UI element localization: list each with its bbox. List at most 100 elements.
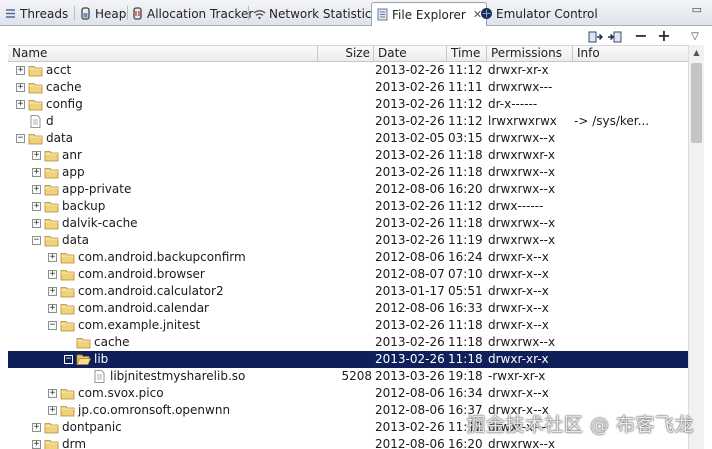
info-cell	[574, 147, 688, 164]
table-row[interactable]: + drm 2012-08-06 16:20 drwxrwx--x	[8, 436, 688, 449]
time-cell: 11:18	[448, 318, 483, 332]
table-row[interactable]: + app-private 2012-08-06 16:20 drwxrwx--x	[8, 181, 688, 198]
expand-icon[interactable]: +	[48, 287, 57, 296]
expand-icon[interactable]: +	[16, 66, 25, 75]
expand-icon[interactable]: +	[32, 423, 41, 432]
expand-icon[interactable]: +	[48, 304, 57, 313]
column-header-info[interactable]: Info	[573, 46, 688, 62]
name-cell: − data	[8, 232, 368, 249]
time-cell: 16:24	[448, 250, 483, 264]
table-row[interactable]: + config 2013-02-26 11:12 dr-x------	[8, 96, 688, 113]
file-tree-table: + acct 2013-02-26 11:12 drwxr-xr-x + cache 2013…	[8, 62, 688, 449]
column-header-size[interactable]: Size	[318, 46, 374, 62]
expand-icon[interactable]: +	[16, 100, 25, 109]
table-row[interactable]: + app 2013-02-26 11:18 drwxrwx--x	[8, 164, 688, 181]
file-name: config	[46, 97, 83, 111]
new-folder-button[interactable]: +	[656, 28, 672, 44]
date-cell: 2013-02-26	[375, 114, 445, 128]
date-cell: 2013-02-26	[375, 80, 445, 94]
size-cell	[318, 334, 372, 351]
expand-icon[interactable]: +	[16, 83, 25, 92]
view-menu-button[interactable]: ▽	[687, 28, 703, 44]
collapse-icon[interactable]: −	[32, 236, 41, 245]
tab-network-statistics[interactable]: Network Statistics	[253, 2, 378, 25]
size-cell	[318, 249, 372, 266]
size-cell	[318, 79, 372, 96]
name-cell: + config	[8, 96, 368, 113]
table-row[interactable]: + jp.co.omronsoft.openwnn 2012-08-06 16:37 d…	[8, 402, 688, 419]
scroll-up-icon[interactable]: ▲	[689, 45, 704, 60]
pull-file-button[interactable]	[587, 28, 603, 44]
file-name: dontpanic	[62, 420, 122, 434]
permissions-cell: dr-x------	[488, 97, 538, 111]
scrollbar-thumb[interactable]	[691, 63, 702, 143]
column-header-date[interactable]: Date	[374, 46, 447, 62]
tab-heap[interactable]: Heap	[79, 2, 126, 25]
table-row[interactable]: libjnitestmysharelib.so 5208 2013-03-26 19:…	[8, 368, 688, 385]
allocation-tracker-icon	[133, 7, 142, 20]
table-row[interactable]: + acct 2013-02-26 11:12 drwxr-xr-x	[8, 62, 688, 79]
size-cell	[318, 62, 372, 79]
name-cell: + app	[8, 164, 368, 181]
time-cell: 16:37	[448, 403, 483, 417]
vertical-scrollbar[interactable]: ▲	[688, 45, 704, 449]
collapse-icon[interactable]: −	[16, 134, 25, 143]
date-cell: 2013-02-26	[375, 148, 445, 162]
file-name: dalvik-cache	[62, 216, 138, 230]
column-header-time[interactable]: Time	[447, 46, 487, 62]
expand-icon[interactable]: +	[48, 253, 57, 262]
table-row[interactable]: + dalvik-cache 2013-02-26 11:18 drwxrwx--x	[8, 215, 688, 232]
column-header-permissions[interactable]: Permissions	[487, 46, 573, 62]
chevron-down-icon: ▽	[691, 30, 699, 42]
table-row[interactable]: cache 2013-02-26 11:18 drwxrwx--x	[8, 334, 688, 351]
tab-threads[interactable]: Threads	[4, 2, 68, 25]
file-name: cache	[46, 80, 82, 94]
table-row[interactable]: + com.android.browser 2012-08-07 07:10 drwxr…	[8, 266, 688, 283]
table-row[interactable]: − lib 2013-02-26 11:18 drwxr-xr-x	[8, 351, 688, 368]
info-cell	[574, 232, 688, 249]
push-file-button[interactable]	[606, 28, 622, 44]
table-row[interactable]: + com.android.backupconfirm 2012-08-06 16:2…	[8, 249, 688, 266]
size-cell	[318, 198, 372, 215]
table-row[interactable]: + cache 2013-02-26 11:11 drwxrwx---	[8, 79, 688, 96]
info-cell	[574, 62, 688, 79]
tab-file-explorer[interactable]: File Explorer ✕	[371, 2, 488, 26]
table-row[interactable]: + com.android.calculator2 2013-01-17 05:51 d…	[8, 283, 688, 300]
table-row[interactable]: + com.android.calendar 2012-08-06 16:33 drwx…	[8, 300, 688, 317]
expand-icon[interactable]: +	[48, 389, 57, 398]
permissions-cell: drwxr-x--x	[488, 403, 549, 417]
table-row[interactable]: + anr 2013-02-26 11:18 drwxrwxr-x	[8, 147, 688, 164]
expand-icon[interactable]: +	[32, 202, 41, 211]
expand-icon[interactable]: +	[48, 406, 57, 415]
folder-icon	[44, 217, 59, 230]
file-name: com.android.backupconfirm	[78, 250, 246, 264]
permissions-cell: drwxrwx--x	[488, 437, 556, 449]
size-cell	[318, 181, 372, 198]
folder-icon	[76, 336, 91, 349]
table-row[interactable]: − com.example.jnitest 2013-02-26 11:18 drwxr…	[8, 317, 688, 334]
date-cell: 2013-02-26	[375, 165, 445, 179]
file-name: anr	[62, 148, 82, 162]
table-row[interactable]: d 2013-02-26 11:12 lrwxrwxrwx -> /sys/ker...	[8, 113, 688, 130]
collapse-icon[interactable]: −	[64, 355, 73, 364]
minimize-view-icon[interactable]: ▭	[692, 3, 702, 16]
table-row[interactable]: + com.svox.pico 2012-08-06 16:34 drwxr-x--x	[8, 385, 688, 402]
expand-icon[interactable]: +	[32, 440, 41, 449]
table-row[interactable]: − data 2013-02-26 11:19 drwxrwx--x	[8, 232, 688, 249]
expand-icon[interactable]: +	[32, 219, 41, 228]
column-header-name[interactable]: Name	[8, 46, 318, 62]
table-row[interactable]: + backup 2013-02-26 11:12 drwx------	[8, 198, 688, 215]
expand-icon[interactable]: +	[48, 270, 57, 279]
tab-allocation-tracker[interactable]: Allocation Tracker	[131, 2, 253, 25]
name-cell: + cache	[8, 79, 368, 96]
expand-icon[interactable]: +	[32, 151, 41, 160]
tab-emulator-control[interactable]: Emulator Control	[480, 2, 598, 25]
table-row[interactable]: + dontpanic 2013-02-26 11:12 drwxr-x---	[8, 419, 688, 436]
table-row[interactable]: − data 2013-02-05 03:15 drwxrwx--x	[8, 130, 688, 147]
expand-icon[interactable]: +	[32, 168, 41, 177]
collapse-icon[interactable]: −	[48, 321, 57, 330]
folder-icon	[60, 251, 75, 264]
heap-icon	[81, 7, 90, 20]
delete-button[interactable]: −	[633, 28, 649, 44]
expand-icon[interactable]: +	[32, 185, 41, 194]
